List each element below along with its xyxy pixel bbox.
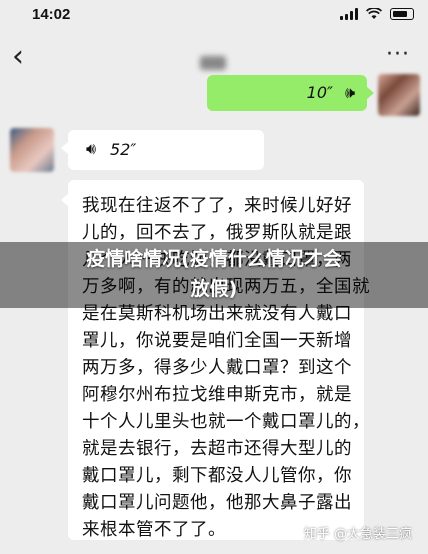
message-line: 阿穆尔州布拉戈维申斯克市，就是 <box>82 385 352 405</box>
contact-name-blurred <box>200 56 226 70</box>
message-line: 罩儿，你说要是咱们全国一天新增 <box>82 331 352 351</box>
status-bar: 14:02 <box>0 0 428 34</box>
battery-icon <box>390 8 414 20</box>
message-line: 就是去银行，去超市还得大型儿的 <box>82 439 352 459</box>
wifi-icon <box>366 8 382 19</box>
voice-duration: 10″ <box>306 83 333 102</box>
voice-wave-icon: 🔊︎ <box>344 83 355 102</box>
message-line: 十个人儿里头也就一个戴口罩儿的， <box>82 412 370 432</box>
chevron-left-icon[interactable]: ‹ <box>12 42 24 72</box>
incoming-text-message[interactable]: 我现在往返不了了，来时候儿好好 儿的，回不去了，俄罗斯队就是跟 几个人一块吃饭，… <box>61 180 370 540</box>
message-line: 我现在往返不了了，来时候儿好好 <box>82 196 352 216</box>
message-line: 戴口罩儿，剩下都没人儿管你，你 <box>82 466 352 486</box>
status-icons <box>340 8 414 20</box>
avatar[interactable] <box>10 128 54 172</box>
voice-wave-icon: 🔊︎ <box>86 139 97 158</box>
more-dots-icon[interactable]: ··· <box>386 42 410 67</box>
incoming-voice-message[interactable]: 🔊︎ 52″ <box>61 130 264 170</box>
article-title-line: 疫情啥情况(疫情什么情况才会 <box>86 248 342 270</box>
cellular-signal-icon <box>340 8 358 20</box>
article-title-line: 放假) <box>190 278 238 300</box>
watermark: 知乎 @太急装三疯 <box>303 527 412 542</box>
message-line: 儿的，回不去了，俄罗斯队就是跟 <box>82 223 352 243</box>
message-line: 来根本管不了了。 <box>82 520 226 540</box>
avatar[interactable] <box>378 74 420 116</box>
outgoing-voice-message[interactable]: 10″ 🔊︎ <box>207 75 374 111</box>
voice-duration: 52″ <box>110 140 137 159</box>
article-title: 疫情啥情况(疫情什么情况才会 放假) <box>0 244 428 304</box>
message-line: 两万多，得多少人戴口罩？到这个 <box>82 358 352 378</box>
message-line: 戴口罩儿问题他，他那大鼻子露出 <box>82 493 352 513</box>
status-time: 14:02 <box>32 6 71 23</box>
